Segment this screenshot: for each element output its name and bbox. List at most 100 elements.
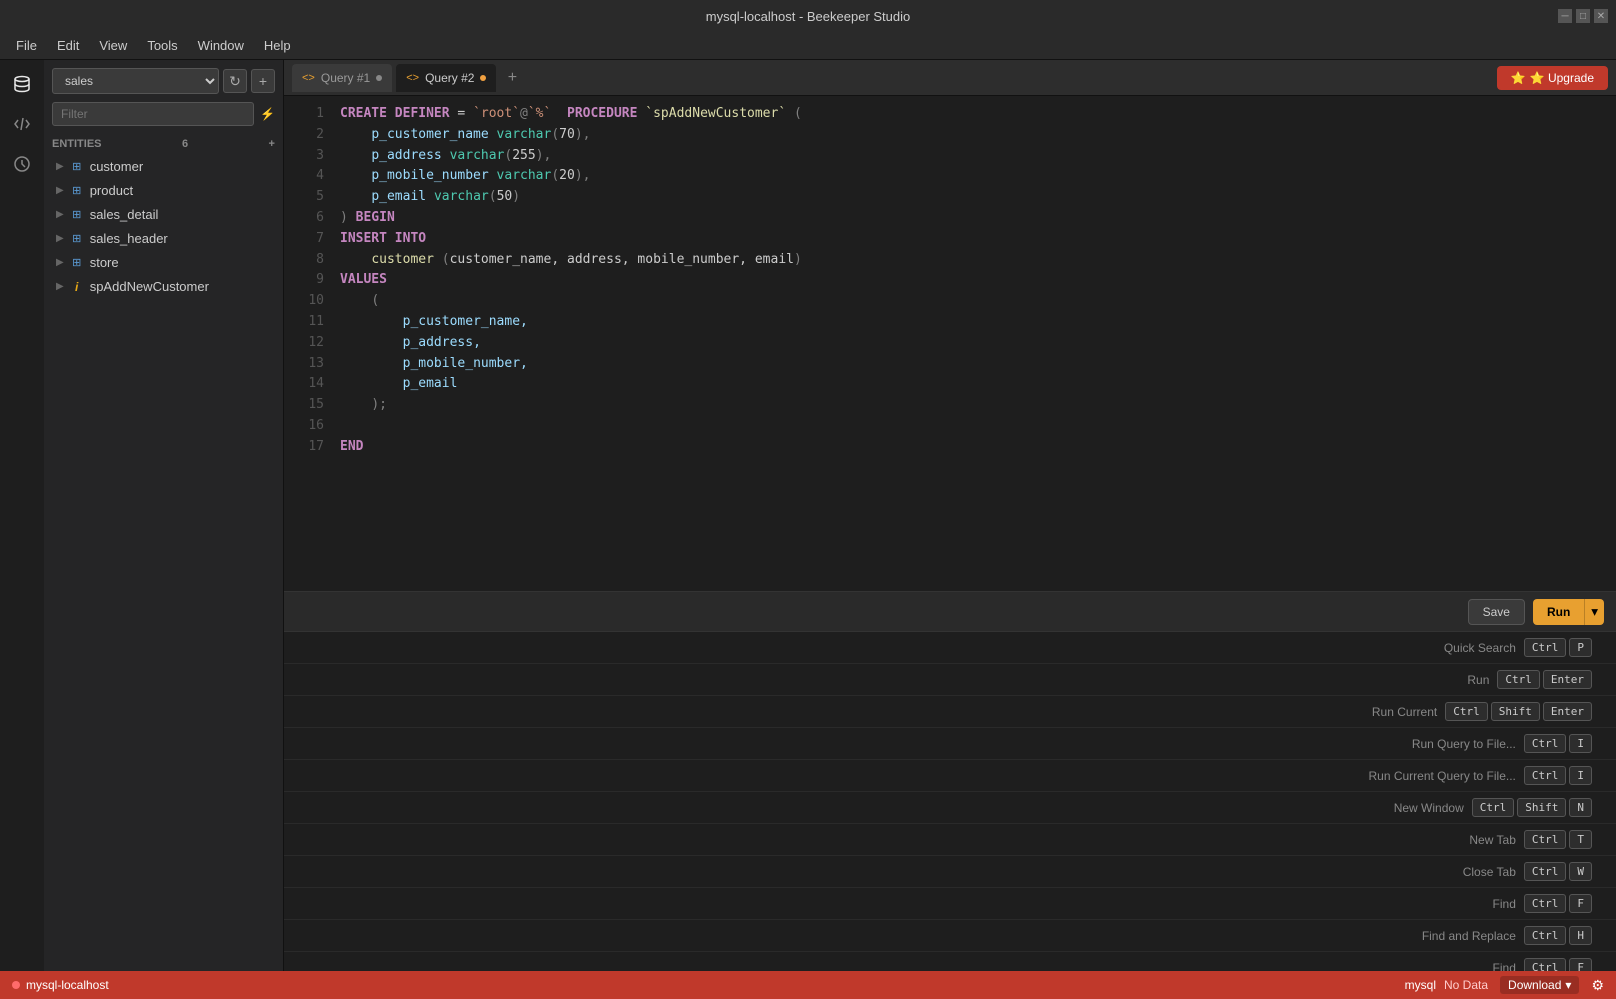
shortcut-keys: Ctrl Enter	[1497, 670, 1592, 689]
shortcut-label: Run	[308, 673, 1489, 687]
maximize-button[interactable]: □	[1576, 9, 1590, 23]
entities-header: ENTITIES 6 +	[44, 134, 283, 154]
tab-query1[interactable]: <> Query #1	[292, 64, 392, 92]
menu-window[interactable]: Window	[190, 34, 252, 57]
main-layout: sales ↻ + ⚡ ENTITIES 6 + ▶ ⊞ customer ▶ …	[0, 60, 1616, 971]
key-ctrl: Ctrl	[1524, 638, 1567, 657]
proc-icon: i	[70, 280, 84, 294]
key-i: I	[1569, 734, 1592, 753]
entity-product[interactable]: ▶ ⊞ product	[48, 179, 279, 202]
shortcut-keys: Ctrl Shift N	[1472, 798, 1592, 817]
entity-list: ▶ ⊞ customer ▶ ⊞ product ▶ ⊞ sales_detai…	[44, 154, 283, 971]
shortcut-keys: Ctrl Shift Enter	[1445, 702, 1592, 721]
close-button[interactable]: ✕	[1594, 9, 1608, 23]
filter-icon: ⚡	[260, 107, 275, 121]
no-data-label: No Data	[1444, 978, 1488, 992]
key-h: H	[1569, 926, 1592, 945]
connection-name: mysql-localhost	[26, 978, 109, 992]
activity-code-icon[interactable]	[6, 108, 38, 140]
tab-bar: <> Query #1 <> Query #2 + ⭐ ⭐ Upgrade	[284, 60, 1616, 96]
key-ctrl: Ctrl	[1524, 894, 1567, 913]
menu-edit[interactable]: Edit	[49, 34, 87, 57]
table-icon: ⊞	[70, 160, 84, 173]
activity-history-icon[interactable]	[6, 148, 38, 180]
new-tab-button[interactable]: +	[500, 66, 524, 90]
key-ctrl: Ctrl	[1524, 958, 1567, 971]
menu-help[interactable]: Help	[256, 34, 299, 57]
shortcut-run-current: Run Current Ctrl Shift Enter	[284, 696, 1616, 728]
connection-status-dot	[12, 981, 20, 989]
entity-sales-detail[interactable]: ▶ ⊞ sales_detail	[48, 203, 279, 226]
upgrade-star-icon: ⭐	[1511, 71, 1526, 85]
key-enter: Enter	[1543, 702, 1592, 721]
key-enter: Enter	[1543, 670, 1592, 689]
entity-store[interactable]: ▶ ⊞ store	[48, 251, 279, 274]
chevron-icon: ▶	[56, 161, 64, 172]
tab-label: Query #1	[321, 71, 370, 85]
shortcut-label: Run Current Query to File...	[308, 769, 1516, 783]
key-n: N	[1569, 798, 1592, 817]
shortcut-run-to-file: Run Query to File... Ctrl I	[284, 728, 1616, 760]
code-content[interactable]: CREATE DEFINER = `root`@`%` PROCEDURE `s…	[332, 96, 1616, 591]
chevron-icon: ▶	[56, 185, 64, 196]
shortcut-find2: Find Ctrl F	[284, 952, 1616, 971]
shortcut-run: Run Ctrl Enter	[284, 664, 1616, 696]
key-ctrl: Ctrl	[1524, 734, 1567, 753]
chevron-icon: ▶	[56, 209, 64, 220]
run-button[interactable]: Run	[1533, 599, 1584, 625]
app-title: mysql-localhost - Beekeeper Studio	[706, 9, 911, 24]
shortcut-find-replace: Find and Replace Ctrl H	[284, 920, 1616, 952]
shortcut-label: Run Current	[308, 705, 1437, 719]
dropdown-chevron-icon: ▾	[1565, 978, 1571, 992]
save-button[interactable]: Save	[1468, 599, 1525, 625]
key-i: I	[1569, 766, 1592, 785]
upgrade-label: ⭐ Upgrade	[1530, 71, 1594, 85]
window-controls: ─ □ ✕	[1558, 9, 1608, 23]
shortcut-keys: Ctrl F	[1524, 894, 1592, 913]
key-ctrl: Ctrl	[1524, 926, 1567, 945]
status-connection: mysql-localhost	[12, 978, 109, 992]
title-bar: mysql-localhost - Beekeeper Studio ─ □ ✕	[0, 0, 1616, 32]
content-area: <> Query #1 <> Query #2 + ⭐ ⭐ Upgrade 1	[284, 60, 1616, 971]
shortcut-quick-search: Quick Search Ctrl P	[284, 632, 1616, 664]
chevron-icon: ▶	[56, 257, 64, 268]
shortcut-label: Find	[308, 961, 1516, 972]
menu-view[interactable]: View	[91, 34, 135, 57]
entity-name: sales_detail	[90, 207, 159, 222]
entity-spaddnewcustomer[interactable]: ▶ i spAddNewCustomer	[48, 275, 279, 298]
add-entity-button[interactable]: +	[269, 138, 275, 150]
key-shift: Shift	[1517, 798, 1566, 817]
code-editor[interactable]: 12345 678910 1112131415 1617 CREATE DEFI…	[284, 96, 1616, 591]
entity-name: store	[90, 255, 119, 270]
download-button[interactable]: Download ▾	[1500, 976, 1579, 994]
tab-query2[interactable]: <> Query #2	[396, 64, 496, 92]
add-connection-button[interactable]: +	[251, 69, 275, 93]
key-p: P	[1569, 638, 1592, 657]
query-icon: <>	[406, 72, 419, 84]
menu-bar: File Edit View Tools Window Help	[0, 32, 1616, 60]
entity-name: spAddNewCustomer	[90, 279, 209, 294]
shortcut-keys: Ctrl I	[1524, 734, 1592, 753]
minimize-button[interactable]: ─	[1558, 9, 1572, 23]
entities-label: ENTITIES	[52, 138, 102, 150]
key-t: T	[1569, 830, 1592, 849]
sidebar: sales ↻ + ⚡ ENTITIES 6 + ▶ ⊞ customer ▶ …	[44, 60, 284, 971]
shortcut-keys: Ctrl H	[1524, 926, 1592, 945]
menu-file[interactable]: File	[8, 34, 45, 57]
menu-tools[interactable]: Tools	[139, 34, 185, 57]
database-select[interactable]: sales	[52, 68, 219, 94]
run-dropdown-button[interactable]: ▾	[1584, 599, 1604, 625]
shortcut-label: New Tab	[308, 833, 1516, 847]
key-ctrl: Ctrl	[1472, 798, 1515, 817]
refresh-button[interactable]: ↻	[223, 69, 247, 93]
activity-database-icon[interactable]	[6, 68, 38, 100]
shortcut-label: Run Query to File...	[308, 737, 1516, 751]
settings-icon[interactable]: ⚙	[1591, 977, 1604, 994]
entity-customer[interactable]: ▶ ⊞ customer	[48, 155, 279, 178]
key-shift: Shift	[1491, 702, 1540, 721]
filter-input[interactable]	[52, 102, 254, 126]
entity-sales-header[interactable]: ▶ ⊞ sales_header	[48, 227, 279, 250]
upgrade-button[interactable]: ⭐ ⭐ Upgrade	[1497, 66, 1608, 90]
chevron-icon: ▶	[56, 233, 64, 244]
status-bar: mysql-localhost mysql No Data Download ▾…	[0, 971, 1616, 999]
